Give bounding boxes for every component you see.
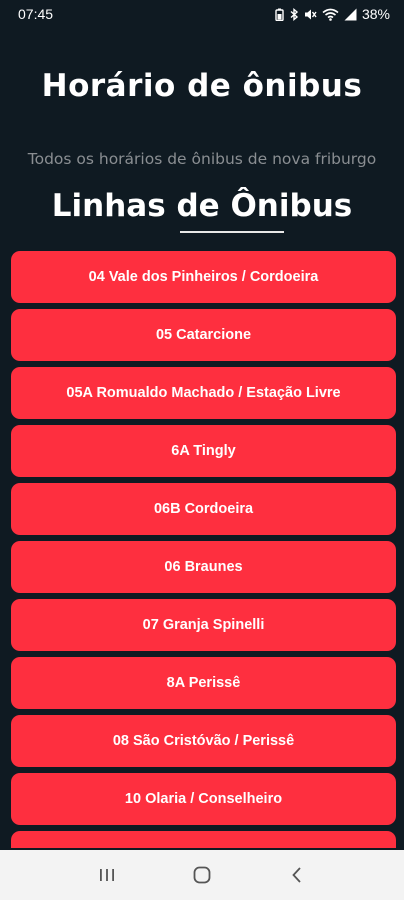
status-bar: 07:45 38% (0, 0, 404, 28)
battery-saver-icon (275, 8, 284, 21)
route-button[interactable]: 6A Tingly (11, 425, 396, 477)
status-icons: 38% (275, 6, 390, 22)
route-button[interactable]: 05 Catarcione (11, 309, 396, 361)
status-time: 07:45 (18, 6, 54, 22)
home-button[interactable] (182, 855, 222, 895)
back-button[interactable] (277, 855, 317, 895)
app-title: Horário de ônibus (41, 68, 363, 104)
route-button[interactable]: 04 Vale dos Pinheiros / Cordoeira (11, 251, 396, 303)
recents-icon (100, 869, 115, 881)
wifi-icon (322, 8, 339, 21)
back-icon (291, 867, 301, 883)
home-icon (193, 866, 211, 884)
route-button[interactable] (11, 831, 396, 848)
section-underline (180, 231, 284, 233)
battery-level: 38% (361, 6, 390, 22)
recents-button[interactable] (87, 855, 127, 895)
system-nav-bar (0, 850, 404, 900)
route-button[interactable]: 07 Granja Spinelli (11, 599, 396, 651)
route-button[interactable]: 06 Braunes (11, 541, 396, 593)
route-button[interactable]: 8A Perissê (11, 657, 396, 709)
route-button[interactable]: 08 São Cristóvão / Perissê (11, 715, 396, 767)
section-title: Linhas de Ônibus (51, 188, 353, 224)
mute-icon (304, 9, 317, 19)
route-button[interactable]: 10 Olaria / Conselheiro (11, 773, 396, 825)
route-button[interactable]: 06B Cordoeira (11, 483, 396, 535)
signal-icon (344, 8, 357, 20)
app-subtitle: Todos os horários de ônibus de nova frib… (27, 150, 377, 168)
route-button[interactable]: 05A Romualdo Machado / Estação Livre (11, 367, 396, 419)
route-list[interactable]: 04 Vale dos Pinheiros / Cordoeira 05 Cat… (11, 251, 396, 848)
bluetooth-icon (290, 7, 299, 21)
